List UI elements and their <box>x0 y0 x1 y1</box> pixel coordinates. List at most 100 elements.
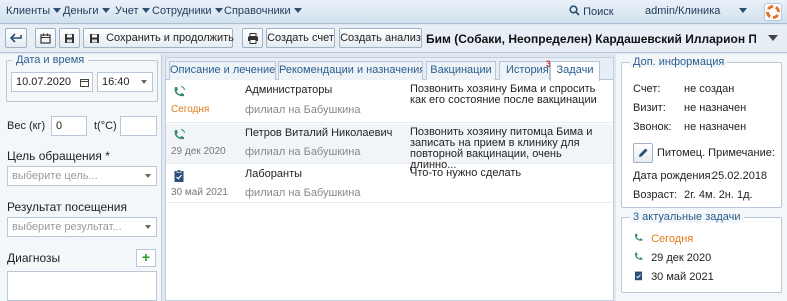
task-branch: филиал на Бабушкина <box>245 104 361 116</box>
chevron-down-icon <box>145 225 151 229</box>
active-task-item[interactable]: 29 дек 2020 <box>633 251 711 264</box>
phone-icon <box>174 129 185 140</box>
task-assignee: Лаборанты <box>245 168 303 180</box>
lifebuoy-icon <box>766 5 780 19</box>
pet-note-label: Питомец. Примечание: <box>657 147 775 159</box>
task-date: 29 дек 2020 <box>171 146 226 157</box>
time-select[interactable]: 16:40 <box>97 72 153 92</box>
call-label: Звонок: <box>633 121 672 133</box>
age-value: 2г. 4м. 2н. 1д. <box>684 189 753 201</box>
menu-money[interactable]: Деньги <box>63 5 110 17</box>
active-task-item[interactable]: 30 май 2021 <box>633 270 714 283</box>
age-label: Возраст: <box>633 189 678 201</box>
weight-input[interactable]: 0 <box>51 116 87 136</box>
menu-money-label: Деньги <box>63 5 99 17</box>
tab-tasks-label: Задачи <box>556 64 594 76</box>
tab-description[interactable]: Описание и лечение <box>169 61 276 80</box>
active-tasks-box: 3 актуальные задачи Сегодня 29 дек 2020 … <box>621 211 782 293</box>
birth-label: Дата рождения: <box>633 170 714 182</box>
floppy-icon <box>65 33 74 43</box>
chevron-down-icon <box>214 8 223 13</box>
create-invoice-button[interactable]: Создать счет <box>266 28 335 48</box>
user-menu-toggle[interactable] <box>736 5 747 17</box>
invoice-label: Счет: <box>633 83 661 95</box>
edit-pet-note-button[interactable] <box>633 143 653 163</box>
menu-references-label: Справочники <box>224 5 291 17</box>
visit-value: не назначен <box>684 102 747 114</box>
back-button[interactable] <box>5 28 27 48</box>
tab-recommendations-label: Рекомендации и назначения <box>279 64 423 76</box>
diagnoses-list[interactable] <box>7 271 157 301</box>
task-row[interactable]: Сегодня Администраторы филиал на Бабушки… <box>166 81 613 123</box>
datetime-fieldset: Дата и время 10.07.2020 16:40 <box>6 54 158 102</box>
phone-icon <box>635 233 643 241</box>
task-assignee: Администраторы <box>245 84 333 96</box>
print-button[interactable] <box>242 28 263 48</box>
tasks-panel: Описание и лечение Рекомендации и назнач… <box>165 57 614 301</box>
create-analysis-button[interactable]: Создать анализ <box>339 28 422 48</box>
patient-title: Бим (Собаки, Неопределен) Кардашевский И… <box>426 32 756 46</box>
task-row[interactable]: 29 дек 2020 Петров Виталий Николаевич фи… <box>166 124 613 171</box>
result-placeholder: выберите результат... <box>12 221 122 233</box>
time-value: 16:40 <box>102 76 130 88</box>
top-menu-bar: Клиенты Деньги Учет Сотрудники Справочни… <box>0 0 787 24</box>
menu-accounting[interactable]: Учет <box>115 5 150 17</box>
tab-bar: Описание и лечение Рекомендации и назнач… <box>166 58 613 81</box>
temperature-label: t(°C) <box>94 120 117 132</box>
search-button[interactable]: Поиск <box>569 5 614 18</box>
clipboard-icon <box>634 271 643 281</box>
menu-references[interactable]: Справочники <box>224 5 302 17</box>
calendar-icon <box>80 79 89 87</box>
chevron-down-icon <box>293 8 302 13</box>
calendar-icon <box>40 33 51 44</box>
task-date: Сегодня <box>171 104 210 115</box>
task-assignee: Петров Виталий Николаевич <box>245 127 393 139</box>
app-logo-button[interactable] <box>764 3 782 21</box>
active-task-item[interactable]: Сегодня <box>633 232 693 245</box>
user-label: admin/Клиника <box>645 5 721 17</box>
temperature-input[interactable] <box>120 116 157 136</box>
active-task-label: 30 май 2021 <box>651 271 714 283</box>
invoice-value: не создан <box>684 83 735 95</box>
title-dropdown-caret[interactable] <box>768 35 778 41</box>
phone-icon <box>635 252 643 260</box>
toolbar: Сохранить и продолжить Создать счет Созд… <box>0 25 787 53</box>
chevron-down-icon <box>145 174 151 178</box>
date-value: 10.07.2020 <box>16 76 72 88</box>
search-label: Поиск <box>583 6 614 18</box>
additional-info-box: Доп. информация Счет: не создан Визит: н… <box>621 56 782 208</box>
task-text: Что-то нужно сделать <box>410 167 522 179</box>
tab-history[interactable]: История <box>499 61 550 80</box>
save-button[interactable] <box>59 28 80 48</box>
active-tasks-legend: 3 актуальные задачи <box>630 211 744 223</box>
menu-clients[interactable]: Клиенты <box>6 5 62 17</box>
pencil-icon <box>639 148 648 157</box>
menu-staff[interactable]: Сотрудники <box>152 5 223 17</box>
visit-form-panel: Дата и время 10.07.2020 16:40 Вес (кг) 0… <box>0 54 162 301</box>
chevron-down-icon <box>101 8 110 13</box>
active-task-label: 29 дек 2020 <box>651 252 712 264</box>
chevron-down-icon <box>141 80 147 84</box>
add-diagnosis-button[interactable]: + <box>136 249 156 267</box>
tab-vaccinations[interactable]: Вакцинации <box>426 61 496 80</box>
birth-value: 25.02.2018 <box>712 170 768 182</box>
task-branch: филиал на Бабушкина <box>245 146 361 158</box>
purpose-select[interactable]: выберите цель... <box>7 166 157 186</box>
tab-description-label: Описание и лечение <box>170 64 276 76</box>
purpose-label: Цель обращения * <box>7 149 110 163</box>
user-menu[interactable]: admin/Клиника <box>645 5 720 17</box>
task-branch: филиал на Бабушкина <box>245 187 361 199</box>
date-input[interactable]: 10.07.2020 <box>11 72 93 92</box>
search-icon <box>569 5 580 16</box>
task-text: Позвонить хозяину Бима и спросить как ег… <box>410 83 597 106</box>
create-invoice-label: Создать счет <box>267 32 334 44</box>
result-select[interactable]: выберите результат... <box>7 217 157 237</box>
menu-accounting-label: Учет <box>115 5 139 17</box>
result-label: Результат посещения <box>7 200 127 214</box>
calendar-button[interactable] <box>35 28 56 48</box>
datetime-legend: Дата и время <box>12 54 89 66</box>
task-row[interactable]: 30 май 2021 Лаборанты филиал на Бабушкин… <box>166 165 613 203</box>
tab-tasks[interactable]: Задачи <box>550 61 600 81</box>
tab-recommendations[interactable]: Рекомендации и назначения <box>278 61 423 80</box>
save-continue-button[interactable]: Сохранить и продолжить <box>83 28 234 48</box>
